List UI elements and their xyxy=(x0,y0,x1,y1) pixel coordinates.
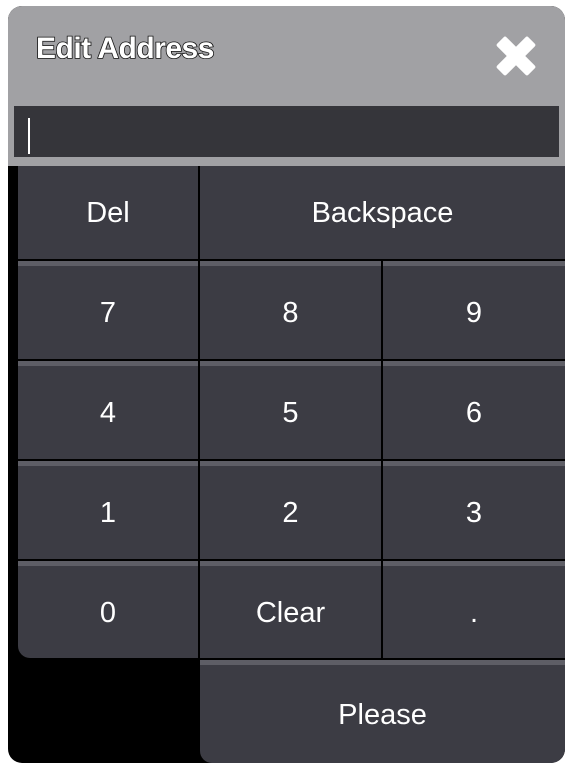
dialog-title: Edit Address xyxy=(35,31,215,66)
dialog-titlebar: Edit Address xyxy=(8,6,565,96)
clear-key-label: Clear xyxy=(255,596,326,629)
please-button-label: Please xyxy=(338,698,427,731)
key-3-label: 3 xyxy=(465,497,483,529)
please-button[interactable]: Please xyxy=(200,660,565,763)
key-6-label: 6 xyxy=(465,397,483,429)
key-0[interactable]: 0 xyxy=(18,561,198,658)
key-8-label: 8 xyxy=(282,297,299,329)
backspace-key[interactable]: Backspace xyxy=(200,166,565,259)
key-3[interactable]: 3 xyxy=(383,461,565,559)
key-5[interactable]: 5 xyxy=(200,361,381,459)
key-8[interactable]: 8 xyxy=(200,261,381,359)
key-7[interactable]: 7 xyxy=(18,261,198,359)
key-4-label: 4 xyxy=(99,397,117,429)
key-9-label: 9 xyxy=(465,297,483,329)
text-caret xyxy=(28,118,30,154)
del-key[interactable]: Del xyxy=(18,166,198,259)
close-button[interactable] xyxy=(494,34,538,78)
key-2[interactable]: 2 xyxy=(200,461,381,559)
address-input[interactable] xyxy=(14,106,559,157)
key-1-label: 1 xyxy=(99,497,117,529)
key-0-label: 0 xyxy=(99,596,117,629)
key-4[interactable]: 4 xyxy=(18,361,198,459)
del-key-label: Del xyxy=(86,197,130,229)
edit-address-dialog: Edit Address Del Backspace 7 8 9 4 5 6 1… xyxy=(8,6,565,763)
key-6[interactable]: 6 xyxy=(383,361,565,459)
decimal-point-key[interactable]: . xyxy=(383,561,565,658)
decimal-point-key-label: . xyxy=(469,596,479,629)
backspace-key-label: Backspace xyxy=(311,197,454,229)
key-9[interactable]: 9 xyxy=(383,261,565,359)
key-2-label: 2 xyxy=(282,497,299,529)
key-7-label: 7 xyxy=(99,297,117,329)
address-input-frame xyxy=(8,96,565,166)
close-x-icon xyxy=(496,36,536,76)
key-5-label: 5 xyxy=(282,397,299,429)
clear-key[interactable]: Clear xyxy=(200,561,381,658)
key-1[interactable]: 1 xyxy=(18,461,198,559)
